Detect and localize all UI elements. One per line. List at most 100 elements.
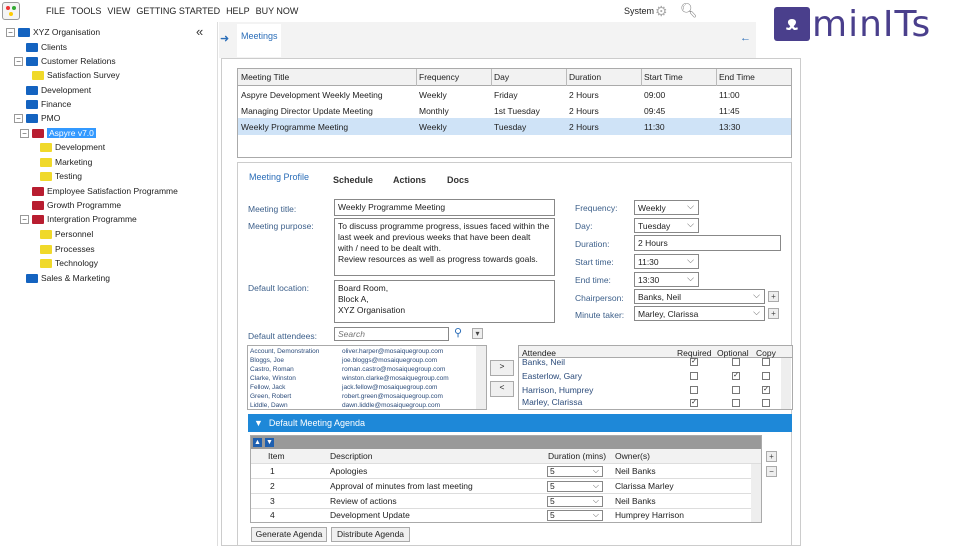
remove-agenda-item-button[interactable]: −	[766, 466, 777, 477]
settings-gear-icon[interactable]: ⚙	[655, 3, 668, 20]
attendee-grid-scrollbar[interactable]	[781, 358, 791, 409]
col-description[interactable]: Description	[330, 451, 373, 461]
tree-toggle-icon[interactable]: −	[20, 214, 29, 224]
tree-node[interactable]: Employee Satisfaction Programme	[32, 184, 178, 198]
tab-docs[interactable]: Docs	[447, 175, 469, 185]
frequency-select[interactable]: Weekly	[634, 200, 699, 215]
tree-node[interactable]: Processes	[40, 242, 95, 256]
agenda-duration-select[interactable]: 5	[547, 510, 603, 521]
attendee-name[interactable]: Marley, Clarissa	[522, 397, 582, 407]
tree-node[interactable]: Development	[26, 83, 91, 97]
col-duration[interactable]: Duration (mins)	[548, 451, 606, 461]
col-item[interactable]: Item	[268, 451, 285, 461]
checkbox-req[interactable]	[690, 372, 698, 380]
col-optional[interactable]: Optional	[717, 348, 749, 358]
agenda-section-header[interactable]: ▼ Default Meeting Agenda	[248, 414, 792, 432]
generate-agenda-button[interactable]: Generate Agenda	[251, 527, 327, 542]
tree-node[interactable]: − XYZ Organisation	[6, 25, 100, 39]
nav-arrow-right-icon[interactable]: ➜	[220, 32, 229, 45]
tree-toggle-icon[interactable]: −	[20, 128, 29, 138]
person-name[interactable]: Castro, Roman	[250, 366, 294, 373]
person-name[interactable]: Account, Demonstration	[250, 348, 319, 355]
tree-node[interactable]: − PMO	[14, 111, 60, 125]
tree-node[interactable]: − Customer Relations	[14, 54, 116, 68]
tree-node[interactable]: Personnel	[40, 227, 93, 241]
menu-help[interactable]: HELP	[226, 6, 250, 16]
table-row[interactable]: Managing Director Update Meeting Monthly…	[238, 102, 791, 119]
add-minute-taker-button[interactable]: +	[768, 308, 779, 319]
add-agenda-item-button[interactable]: +	[766, 451, 777, 462]
col-duration[interactable]: Duration	[569, 72, 601, 82]
tree-node[interactable]: − Intergration Programme	[20, 212, 137, 226]
col-frequency[interactable]: Frequency	[419, 72, 459, 82]
tree-node[interactable]: Growth Programme	[32, 198, 121, 212]
checkbox-opt[interactable]	[732, 358, 740, 366]
agenda-row[interactable]: 3 Review of actions 5 Neil Banks	[251, 494, 761, 509]
menu-tools[interactable]: TOOLS	[71, 6, 101, 16]
col-required[interactable]: Required	[677, 348, 712, 358]
agenda-row[interactable]: 2 Approval of minutes from last meeting …	[251, 479, 761, 494]
col-meeting-title[interactable]: Meeting Title	[241, 72, 289, 82]
tree-node[interactable]: Development	[40, 140, 105, 154]
tree-node[interactable]: Testing	[40, 169, 82, 183]
tree-node[interactable]: Technology	[40, 256, 98, 270]
agenda-duration-select[interactable]: 5	[547, 481, 603, 492]
meeting-title-field[interactable]: Weekly Programme Meeting	[334, 199, 555, 216]
tree-node[interactable]: Sales & Marketing	[26, 271, 110, 285]
menu-view[interactable]: VIEW	[107, 6, 130, 16]
app-icon[interactable]	[2, 2, 20, 20]
add-attendee-button[interactable]: >	[490, 360, 514, 376]
tree-node[interactable]: Finance	[26, 97, 71, 111]
tab-schedule[interactable]: Schedule	[333, 175, 373, 185]
start-time-select[interactable]: 11:30	[634, 254, 699, 269]
agenda-duration-select[interactable]: 5	[547, 466, 603, 477]
attendee-name[interactable]: Banks, Neil	[522, 357, 565, 367]
checkbox-req[interactable]: ✓	[690, 358, 698, 366]
person-name[interactable]: Fellow, Jack	[250, 384, 285, 391]
checkbox-opt[interactable]	[732, 386, 740, 394]
menu-getting-started[interactable]: GETTING STARTED	[136, 6, 220, 16]
default-location-field[interactable]: Board Room, Block A, XYZ Organisation	[334, 280, 555, 323]
col-start-time[interactable]: Start Time	[644, 72, 683, 82]
tree-node[interactable]: Satisfaction Survey	[32, 68, 120, 82]
tree-toggle-icon[interactable]: −	[14, 113, 23, 123]
nav-arrow-left-icon[interactable]: ←	[740, 32, 751, 44]
day-select[interactable]: Tuesday	[634, 218, 699, 233]
tree-toggle-icon[interactable]: −	[14, 56, 23, 66]
attendee-name[interactable]: Easterlow, Gary	[522, 371, 582, 381]
tree-node[interactable]: − Aspyre v7.0	[20, 126, 96, 140]
table-row[interactable]: Aspyre Development Weekly Meeting Weekly…	[238, 86, 791, 103]
col-owners[interactable]: Owner(s)	[615, 451, 650, 461]
collapse-panel-icon[interactable]: «	[196, 24, 203, 39]
menu-file[interactable]: FILE	[46, 6, 65, 16]
checkbox-opt[interactable]	[732, 399, 740, 407]
move-up-icon[interactable]: ▲	[253, 438, 262, 447]
minute-taker-select[interactable]: Marley, Clarissa	[634, 306, 765, 321]
col-copy[interactable]: Copy	[756, 348, 776, 358]
person-name[interactable]: Liddle, Dawn	[250, 402, 288, 409]
remove-attendee-button[interactable]: <	[490, 381, 514, 397]
tab-meeting-profile[interactable]: Meeting Profile	[249, 172, 309, 182]
add-chairperson-button[interactable]: +	[768, 291, 779, 302]
tab-meetings[interactable]: Meetings	[237, 24, 281, 57]
attendee-name[interactable]: Harrison, Humprey	[522, 385, 593, 395]
system-label[interactable]: System	[624, 6, 654, 16]
agenda-row[interactable]: 1 Apologies 5 Neil Banks	[251, 464, 761, 479]
search-icon[interactable]: ⚲	[454, 326, 462, 339]
checkbox-opt[interactable]: ✓	[732, 372, 740, 380]
checkbox-copy[interactable]	[762, 372, 770, 380]
available-people-list[interactable]: Account, Demonstration oliver.harper@mosa…	[247, 345, 487, 410]
agenda-scrollbar[interactable]	[751, 464, 761, 522]
checkbox-req[interactable]	[690, 386, 698, 394]
end-time-select[interactable]: 13:30	[634, 272, 699, 287]
distribute-agenda-button[interactable]: Distribute Agenda	[331, 527, 410, 542]
tree-node[interactable]: Clients	[26, 40, 67, 54]
agenda-row[interactable]: 4 Development Update 5 Humprey Harrison	[251, 508, 761, 522]
checkbox-copy[interactable]: ✓	[762, 386, 770, 394]
col-end-time[interactable]: End Time	[719, 72, 755, 82]
search-icon[interactable]: 🔍︎	[680, 2, 698, 19]
person-name[interactable]: Bloggs, Joe	[250, 357, 284, 364]
menu-buy-now[interactable]: BUY NOW	[256, 6, 299, 16]
duration-field[interactable]: 2 Hours	[634, 235, 781, 251]
col-day[interactable]: Day	[494, 72, 509, 82]
